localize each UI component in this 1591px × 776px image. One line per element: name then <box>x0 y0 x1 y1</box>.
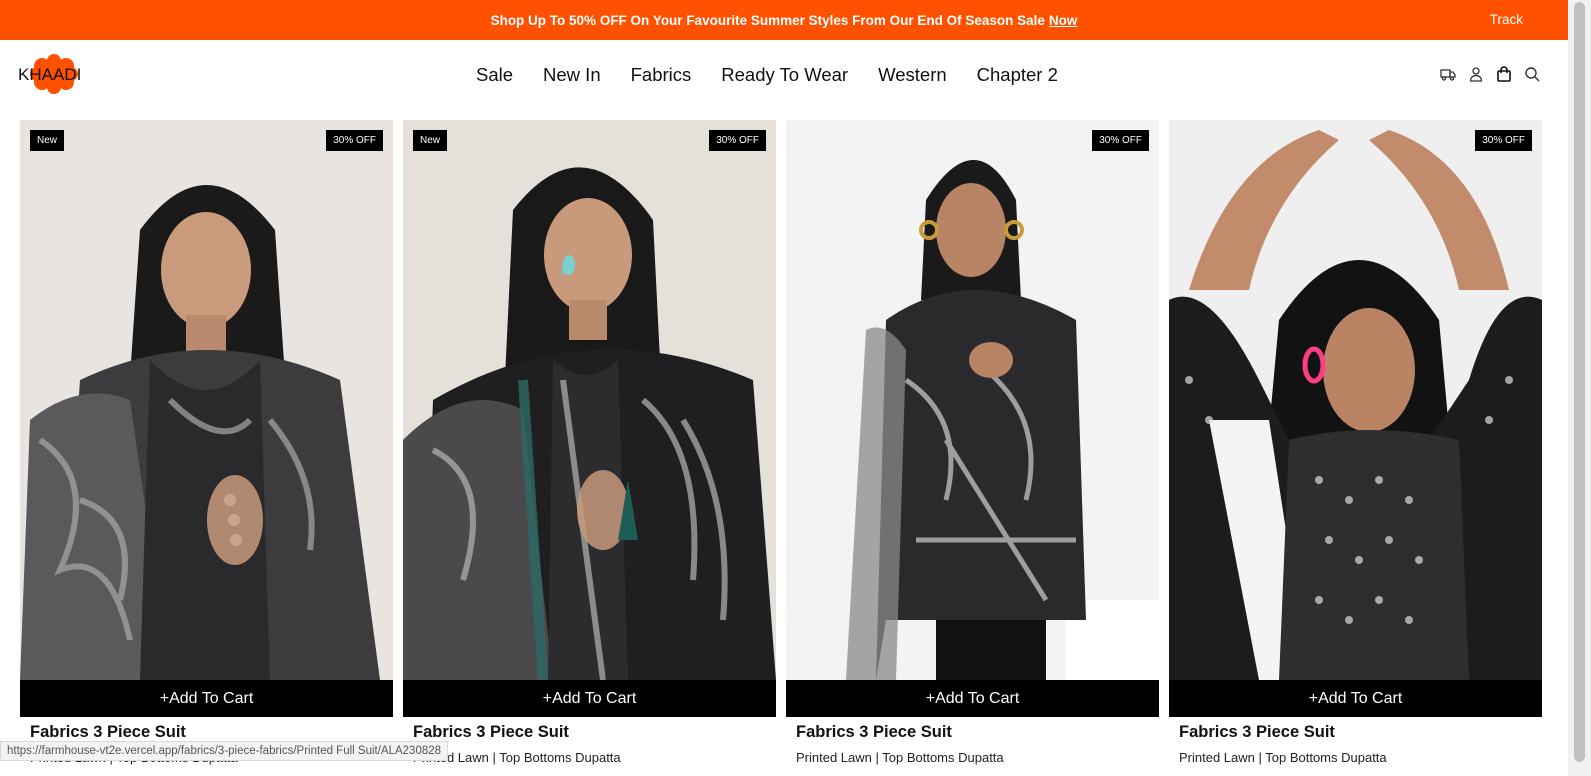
add-to-cart-button[interactable]: +Add To Cart <box>20 680 393 717</box>
product-title[interactable]: Fabrics 3 Piece Suit <box>1179 723 1335 742</box>
product-subtitle: Printed Lawn | Top Bottoms Dupatta <box>796 750 1004 765</box>
product-image[interactable]: New 30% OFF <box>403 120 776 680</box>
discount-badge: 30% OFF <box>1475 130 1532 151</box>
new-badge: New <box>30 130 65 151</box>
main-nav: Sale New In Fabrics Ready To Wear Wester… <box>476 64 1058 86</box>
brand-logo[interactable]: KHAADI <box>18 54 88 94</box>
status-bar-url: https://farmhouse-vt2e.vercel.app/fabric… <box>0 741 449 761</box>
scrollbar-thumb[interactable] <box>1574 2 1585 762</box>
product-title[interactable]: Fabrics 3 Piece Suit <box>413 723 569 742</box>
discount-badge: 30% OFF <box>326 130 383 151</box>
promo-now-link[interactable]: Now <box>1049 13 1078 28</box>
bag-icon[interactable] <box>1496 66 1512 82</box>
product-subtitle: Printed Lawn | Top Bottoms Dupatta <box>1179 750 1387 765</box>
add-to-cart-button[interactable]: +Add To Cart <box>1169 680 1542 717</box>
new-badge: New <box>413 130 448 151</box>
user-icon[interactable] <box>1468 66 1484 82</box>
promo-text: Shop Up To 50% OFF On Your Favourite Sum… <box>490 12 1045 28</box>
nav-sale[interactable]: Sale <box>476 64 513 86</box>
page-scrollbar[interactable] <box>1568 0 1591 776</box>
product-photo <box>1169 120 1542 680</box>
product-title[interactable]: Fabrics 3 Piece Suit <box>30 723 186 742</box>
nav-western[interactable]: Western <box>878 64 947 86</box>
site-header: KHAADI Sale New In Fabrics Ready To Wear… <box>0 40 1568 110</box>
nav-ready-to-wear[interactable]: Ready To Wear <box>721 64 848 86</box>
product-photo <box>403 120 776 680</box>
nav-fabrics[interactable]: Fabrics <box>631 64 692 86</box>
discount-badge: 30% OFF <box>1092 130 1149 151</box>
product-card[interactable]: 30% OFF +Add To Cart Fabrics 3 Piece Sui… <box>1169 120 1542 765</box>
add-to-cart-button[interactable]: +Add To Cart <box>786 680 1159 717</box>
product-title[interactable]: Fabrics 3 Piece Suit <box>796 723 952 742</box>
discount-badge: 30% OFF <box>709 130 766 151</box>
track-link[interactable]: Track <box>1490 12 1523 27</box>
product-card[interactable]: New 30% OFF +Add To Cart Fabrics 3 Piece… <box>20 120 393 765</box>
product-photo <box>20 120 393 680</box>
product-photo <box>786 120 1159 680</box>
nav-chapter-2[interactable]: Chapter 2 <box>977 64 1058 86</box>
product-image[interactable]: 30% OFF <box>1169 120 1542 680</box>
product-image[interactable]: 30% OFF <box>786 120 1159 680</box>
logo-wordmark: KHAADI <box>18 65 82 84</box>
product-card[interactable]: 30% OFF +Add To Cart Fabrics 3 Piece Sui… <box>786 120 1159 765</box>
search-icon[interactable] <box>1524 66 1540 82</box>
nav-new-in[interactable]: New In <box>543 64 601 86</box>
add-to-cart-button[interactable]: +Add To Cart <box>403 680 776 717</box>
product-image[interactable]: New 30% OFF <box>20 120 393 680</box>
product-card[interactable]: New 30% OFF +Add To Cart Fabrics 3 Piece… <box>403 120 776 765</box>
truck-icon[interactable] <box>1440 66 1456 82</box>
promo-bar: Shop Up To 50% OFF On Your Favourite Sum… <box>0 0 1568 40</box>
header-icons <box>1440 66 1540 82</box>
